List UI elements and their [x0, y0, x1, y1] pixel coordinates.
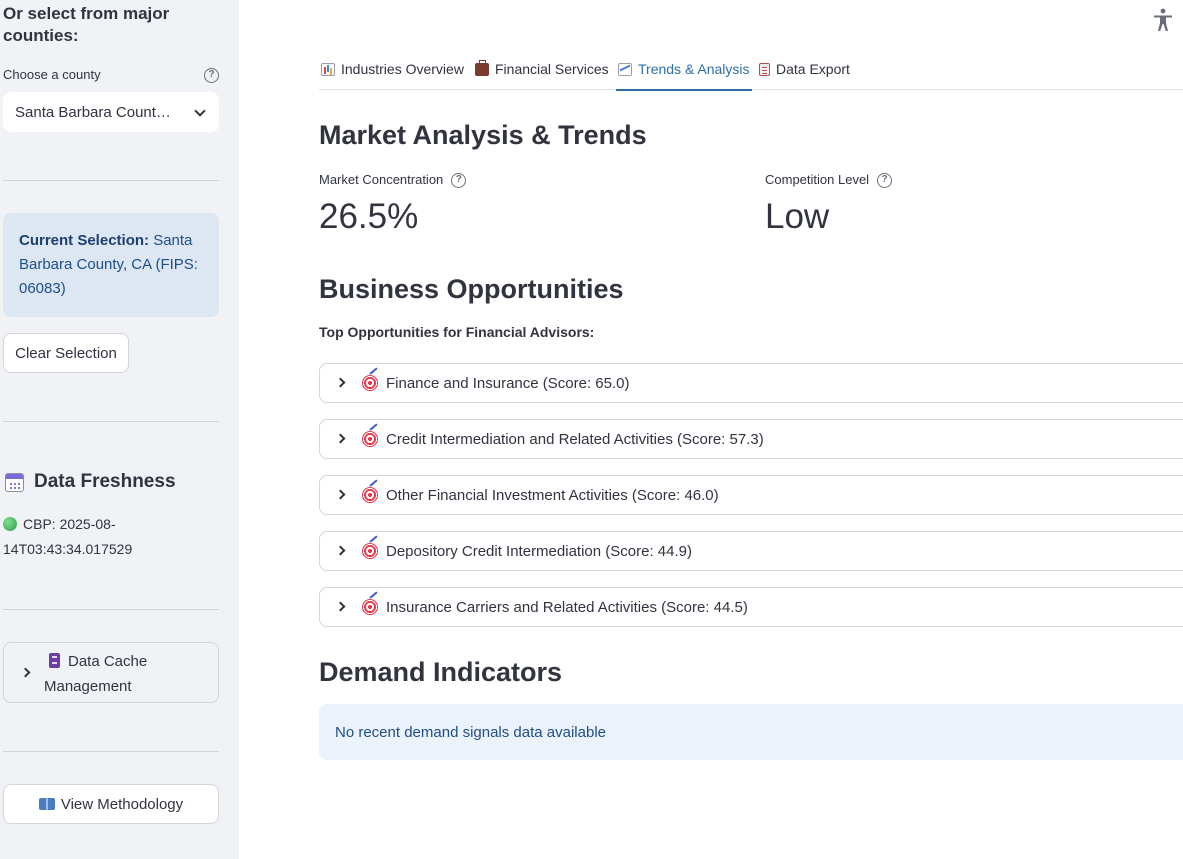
metric-label-market-concentration: Market Concentration ?: [319, 171, 467, 189]
data-freshness-title: Data Freshness: [34, 471, 176, 492]
tab-data-export[interactable]: Data Export: [759, 48, 850, 90]
calendar-icon: [5, 472, 24, 492]
tab-label: Industries Overview: [341, 61, 464, 77]
current-selection-info: Current Selection: Santa Barbara County,…: [3, 213, 219, 317]
chevron-right-icon: [335, 377, 346, 388]
demand-info-notice: No recent demand signals data available: [319, 704, 1183, 760]
chart-trend-icon: [618, 62, 632, 76]
county-label-row: Choose a county ?: [3, 66, 219, 84]
county-label: Choose a county: [3, 67, 101, 82]
opportunity-expander[interactable]: Insurance Carriers and Related Activitie…: [319, 587, 1183, 627]
briefcase-icon: [475, 59, 489, 76]
chevron-right-icon: [335, 489, 346, 500]
opportunities-subtitle: Top Opportunities for Financial Advisors…: [319, 324, 595, 340]
sidebar: Or select from major counties: Choose a …: [0, 0, 239, 859]
target-icon: [362, 375, 378, 391]
tab-industries-overview[interactable]: Industries Overview: [321, 48, 464, 90]
section-title-business-opportunities: Business Opportunities: [319, 274, 624, 304]
view-methodology-label: View Methodology: [60, 795, 184, 813]
opportunity-label: Other Financial Investment Activities (S…: [386, 487, 719, 504]
chevron-down-icon: [194, 105, 206, 117]
chevron-right-icon: [335, 545, 346, 556]
data-cache-expander[interactable]: Data Cache Management: [3, 642, 219, 703]
tab-label: Trends & Analysis: [638, 61, 750, 77]
clipboard-icon: [759, 62, 770, 76]
opportunity-label: Finance and Insurance (Score: 65.0): [386, 375, 630, 392]
divider: [3, 180, 219, 181]
file-cabinet-icon: [49, 653, 60, 668]
tab-label: Data Export: [776, 61, 850, 77]
opportunity-expander[interactable]: Other Financial Investment Activities (S…: [319, 475, 1183, 515]
divider: [3, 421, 219, 422]
view-methodology-button[interactable]: View Methodology: [3, 784, 219, 824]
sidebar-heading: Or select from major counties:: [3, 4, 170, 45]
opportunity-label: Insurance Carriers and Related Activitie…: [386, 599, 748, 616]
green-circle-icon: [3, 517, 17, 531]
divider: [3, 751, 219, 752]
opportunity-label: Credit Intermediation and Related Activi…: [386, 431, 764, 448]
data-freshness-heading: Data Freshness: [5, 470, 176, 494]
data-freshness-status: CBP: 2025-08-14T03:43:34.017529: [3, 512, 219, 562]
demand-notice-text: No recent demand signals data available: [335, 723, 607, 741]
tab-financial-services[interactable]: Financial Services: [475, 48, 609, 90]
metric-label-text: Competition Level: [765, 172, 870, 187]
help-icon[interactable]: ?: [451, 172, 467, 188]
bar-chart-icon: [321, 62, 335, 76]
tab-bar: Industries Overview Financial Services T…: [319, 48, 1183, 91]
target-icon: [362, 543, 378, 559]
book-icon: [38, 798, 55, 810]
clear-selection-button[interactable]: Clear Selection: [3, 333, 129, 373]
opportunity-expander[interactable]: Depository Credit Intermediation (Score:…: [319, 531, 1183, 571]
tab-label: Financial Services: [495, 61, 609, 77]
data-cache-expander-label: Data Cache Management: [44, 649, 204, 699]
metric-label-text: Market Concentration: [319, 172, 444, 187]
chevron-right-icon: [335, 601, 346, 612]
current-selection-label: Current Selection:: [19, 232, 150, 249]
section-title-market-analysis: Market Analysis & Trends: [319, 120, 647, 150]
help-icon[interactable]: ?: [204, 68, 219, 83]
section-title-demand-indicators: Demand Indicators: [319, 657, 563, 687]
tab-trends-analysis[interactable]: Trends & Analysis: [616, 48, 752, 91]
metric-value-competition-level: Low: [765, 197, 830, 236]
metric-label-competition-level: Competition Level ?: [765, 171, 893, 189]
target-icon: [362, 487, 378, 503]
target-icon: [362, 599, 378, 615]
county-select-value: Santa Barbara Count…: [15, 103, 171, 121]
county-select[interactable]: Santa Barbara Count…: [3, 92, 219, 132]
accessibility-icon[interactable]: [1153, 8, 1173, 32]
divider: [3, 609, 219, 610]
opportunity-label: Depository Credit Intermediation (Score:…: [386, 543, 692, 560]
help-icon[interactable]: ?: [877, 172, 893, 188]
metric-value-market-concentration: 26.5%: [319, 197, 419, 236]
chevron-right-icon: [20, 667, 31, 678]
opportunity-expander[interactable]: Credit Intermediation and Related Activi…: [319, 419, 1183, 459]
chevron-right-icon: [335, 433, 346, 444]
opportunity-expander[interactable]: Finance and Insurance (Score: 65.0): [319, 363, 1183, 403]
target-icon: [362, 431, 378, 447]
data-freshness-text: CBP: 2025-08-14T03:43:34.017529: [3, 516, 133, 557]
